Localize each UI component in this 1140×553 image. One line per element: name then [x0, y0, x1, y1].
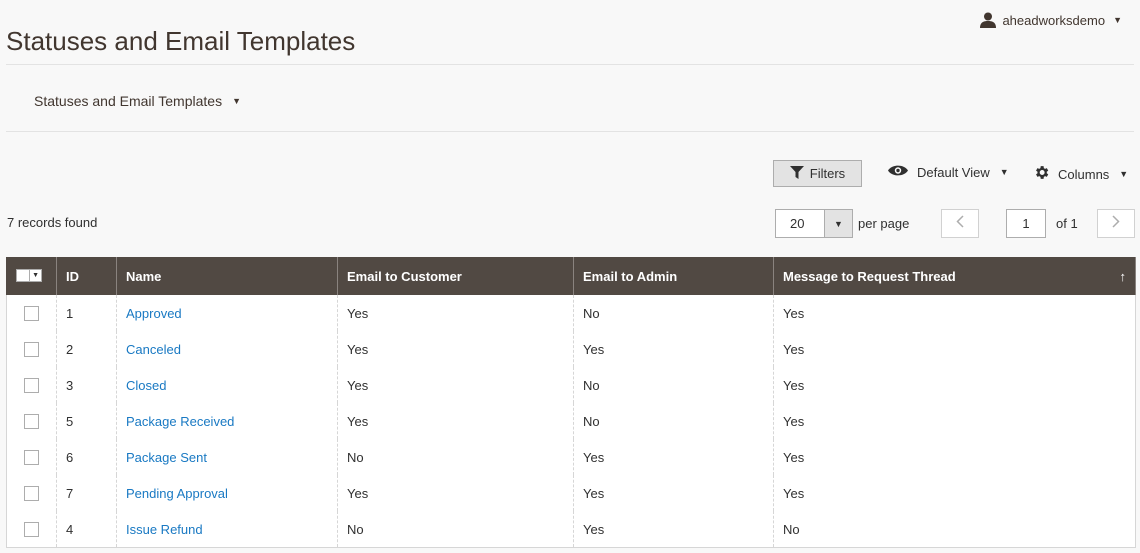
cell-email-admin: Yes — [573, 331, 774, 367]
cell-email-customer: Yes — [337, 403, 574, 439]
chevron-down-icon[interactable]: ▼ — [824, 210, 852, 237]
cell-email-admin: Yes — [573, 439, 774, 475]
cell-name-link[interactable]: Issue Refund — [126, 522, 203, 537]
table-row: 4 Issue Refund No Yes No — [6, 511, 1136, 548]
cell-message-thread: Yes — [773, 475, 1136, 511]
cell-name-link[interactable]: Closed — [126, 378, 166, 393]
table-row: 6 Package Sent No Yes Yes — [6, 439, 1136, 475]
column-header-id[interactable]: ID — [56, 257, 117, 295]
row-checkbox[interactable] — [24, 521, 39, 537]
cell-name-link[interactable]: Package Received — [126, 414, 234, 429]
current-page-input[interactable]: 1 — [1006, 209, 1046, 238]
cell-message-thread: Yes — [773, 331, 1136, 367]
page-total: of 1 — [1056, 216, 1078, 231]
page-title: Statuses and Email Templates — [6, 26, 356, 57]
column-header-email-admin[interactable]: Email to Admin — [573, 257, 774, 295]
previous-page-button[interactable] — [941, 209, 979, 238]
table-row: 3 Closed Yes No Yes — [6, 367, 1136, 403]
cell-message-thread: No — [773, 511, 1136, 548]
user-name: aheadworksdemo — [1002, 12, 1106, 28]
per-page-label: per page — [858, 216, 910, 231]
filter-icon — [789, 165, 804, 182]
chevron-down-icon: ▼ — [999, 167, 1009, 177]
cell-email-admin: Yes — [573, 511, 774, 548]
cell-name-link[interactable]: Pending Approval — [126, 486, 228, 501]
chevron-down-icon: ▼ — [29, 269, 41, 281]
user-account-menu[interactable]: aheadworksdemo ▼ — [980, 12, 1122, 28]
table-row: 7 Pending Approval Yes Yes Yes — [6, 475, 1136, 511]
column-header-message-thread-label: Message to Request Thread — [783, 268, 956, 284]
column-header-name[interactable]: Name — [116, 257, 338, 295]
cell-email-customer: No — [337, 439, 574, 475]
filters-label: Filters — [809, 166, 846, 181]
cell-email-customer: Yes — [337, 367, 574, 403]
per-page-select[interactable]: 20 ▼ — [775, 209, 853, 238]
chevron-right-icon — [1112, 214, 1120, 233]
filters-button[interactable]: Filters — [773, 160, 862, 187]
gear-icon — [1033, 164, 1050, 184]
mass-select-header[interactable]: ▼ — [6, 257, 57, 295]
grid-header-row: ▼ ID Name Email to Customer Email to Adm… — [6, 257, 1136, 295]
row-checkbox[interactable] — [24, 413, 39, 429]
cell-id: 5 — [56, 403, 117, 439]
per-page-value: 20 — [790, 216, 805, 231]
cell-id: 2 — [56, 331, 117, 367]
chevron-down-icon: ▼ — [1119, 169, 1129, 179]
default-view-dropdown[interactable]: Default View ▼ — [887, 164, 1009, 180]
cell-name-link[interactable]: Package Sent — [126, 450, 207, 465]
cell-name-link[interactable]: Approved — [126, 306, 182, 321]
cell-id: 7 — [56, 475, 117, 511]
mass-select-dropdown[interactable]: ▼ — [16, 268, 42, 282]
table-row: 2 Canceled Yes Yes Yes — [6, 331, 1136, 367]
divider — [6, 131, 1134, 132]
cell-email-admin: No — [573, 295, 774, 331]
cell-id: 6 — [56, 439, 117, 475]
cell-name-link[interactable]: Canceled — [126, 342, 181, 357]
next-page-button[interactable] — [1097, 209, 1135, 238]
cell-email-customer: Yes — [337, 295, 574, 331]
table-row: 5 Package Received Yes No Yes — [6, 403, 1136, 439]
cell-message-thread: Yes — [773, 403, 1136, 439]
cell-email-admin: Yes — [573, 475, 774, 511]
cell-email-customer: Yes — [337, 331, 574, 367]
records-count: 7 records found — [7, 215, 98, 230]
cell-email-admin: No — [573, 367, 774, 403]
columns-label: Columns — [1058, 166, 1110, 182]
cell-email-customer: No — [337, 511, 574, 548]
row-checkbox[interactable] — [24, 377, 39, 393]
cell-email-admin: No — [573, 403, 774, 439]
sort-ascending-icon: ↑ — [1119, 268, 1127, 284]
eye-icon — [887, 164, 909, 180]
default-view-label: Default View — [917, 164, 990, 180]
chevron-down-icon: ▼ — [232, 96, 241, 106]
cell-message-thread: Yes — [773, 439, 1136, 475]
chevron-down-icon: ▼ — [1113, 15, 1122, 25]
row-checkbox[interactable] — [24, 341, 39, 357]
row-checkbox[interactable] — [24, 485, 39, 501]
statuses-grid: ▼ ID Name Email to Customer Email to Adm… — [6, 257, 1136, 548]
store-switcher-label: Statuses and Email Templates — [34, 93, 223, 109]
columns-dropdown[interactable]: Columns ▼ — [1033, 164, 1128, 184]
table-row: 1 Approved Yes No Yes — [6, 295, 1136, 331]
row-checkbox[interactable] — [24, 305, 39, 321]
chevron-left-icon — [956, 214, 964, 233]
row-checkbox[interactable] — [24, 449, 39, 465]
column-header-message-thread[interactable]: Message to Request Thread ↑ — [773, 257, 1136, 295]
cell-id: 1 — [56, 295, 117, 331]
cell-email-customer: Yes — [337, 475, 574, 511]
cell-id: 3 — [56, 367, 117, 403]
store-switcher[interactable]: Statuses and Email Templates ▼ — [34, 93, 241, 109]
cell-id: 4 — [56, 511, 117, 548]
user-icon — [980, 12, 997, 28]
cell-message-thread: Yes — [773, 367, 1136, 403]
cell-message-thread: Yes — [773, 295, 1136, 331]
divider — [6, 64, 1134, 65]
column-header-email-customer[interactable]: Email to Customer — [337, 257, 574, 295]
